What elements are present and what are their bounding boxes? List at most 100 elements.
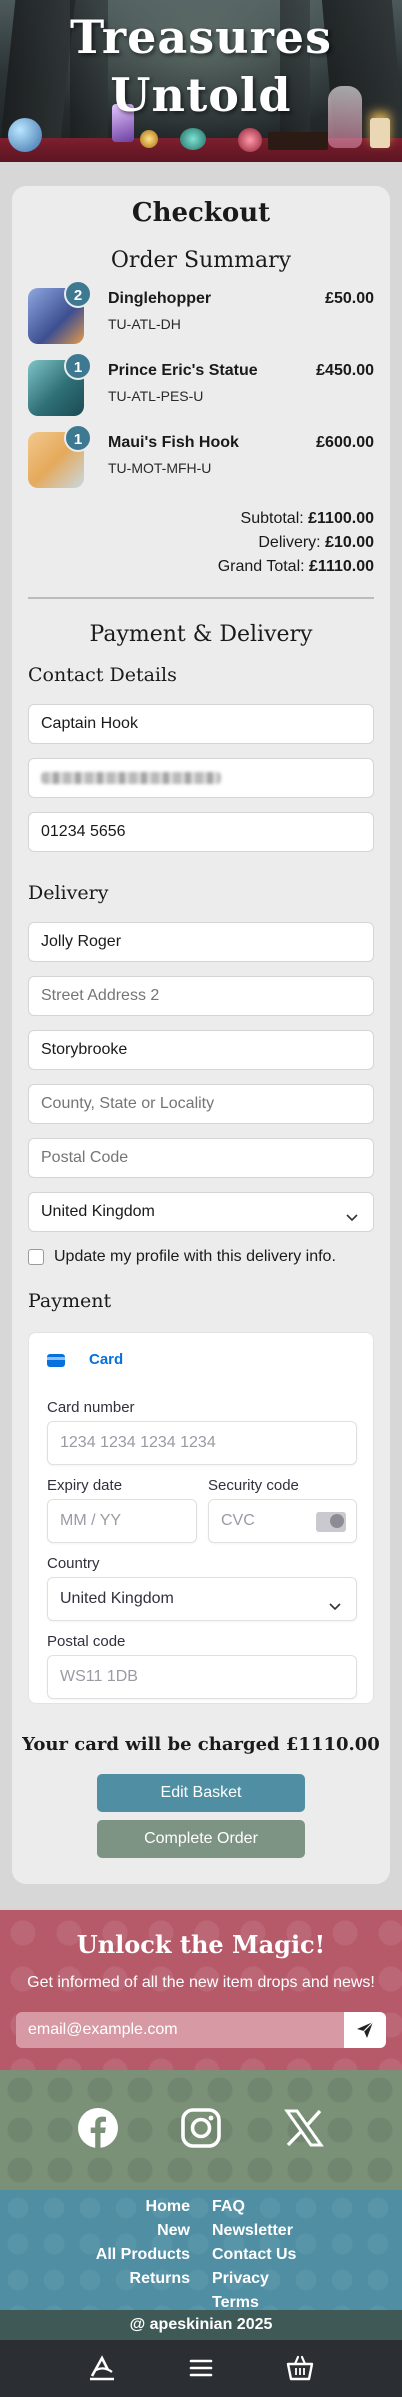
hero-gem-decoration xyxy=(180,128,206,150)
street-address-2-field[interactable]: Street Address 2 xyxy=(28,976,374,1016)
newsletter-submit-button[interactable] xyxy=(344,2012,386,2048)
facebook-icon[interactable] xyxy=(76,2106,120,2150)
email-field[interactable] xyxy=(28,758,374,798)
delivery-title: Delivery xyxy=(28,882,109,904)
footer-link-new[interactable]: New xyxy=(157,2222,190,2240)
delivery-cost-value: £10.00 xyxy=(325,534,374,551)
item-price: £450.00 xyxy=(316,362,374,379)
footer-link-home[interactable]: Home xyxy=(146,2198,190,2216)
footer-links-section: Home New All Products Returns FAQ Newsle… xyxy=(0,2190,402,2310)
newsletter-email-input[interactable]: email@example.com xyxy=(16,2012,344,2048)
save-profile-label: Update my profile with this delivery inf… xyxy=(54,1248,336,1265)
hero-book-decoration xyxy=(268,132,328,150)
summary-divider xyxy=(28,597,374,599)
social-section xyxy=(0,2070,402,2190)
item-name: Maui's Fish Hook xyxy=(108,434,239,451)
site-title-line-2: Untold xyxy=(110,68,292,122)
logo-icon[interactable] xyxy=(86,2352,118,2384)
footer-link-terms[interactable]: Terms xyxy=(212,2294,259,2310)
hero-gem-decoration xyxy=(238,128,262,152)
full-name-field[interactable]: Captain Hook xyxy=(28,704,374,744)
order-summary-title: Order Summary xyxy=(110,248,292,273)
footer-link-all-products[interactable]: All Products xyxy=(96,2246,190,2264)
country-select[interactable]: United Kingdom xyxy=(28,1192,374,1232)
postcode-field[interactable]: Postal Code xyxy=(28,1138,374,1178)
card-number-label: Card number xyxy=(47,1399,135,1416)
town-city-field[interactable]: Storybrooke xyxy=(28,1030,374,1070)
subtotal-label: Subtotal: xyxy=(240,510,304,527)
chevron-down-icon xyxy=(328,1588,342,1630)
country-select-value: United Kingdom xyxy=(41,1203,155,1220)
footer-link-contact-us[interactable]: Contact Us xyxy=(212,2246,296,2264)
item-price: £50.00 xyxy=(325,290,374,307)
delivery-cost-label: Delivery: xyxy=(258,534,321,551)
payment-delivery-title: Payment & Delivery xyxy=(89,622,313,647)
chevron-down-icon xyxy=(345,1201,359,1239)
cvc-card-icon xyxy=(316,1512,346,1532)
grand-total-line: Grand Total: £1110.00 xyxy=(74,558,374,576)
expiry-label: Expiry date xyxy=(47,1477,123,1494)
site-title-line-1: Treasures xyxy=(70,10,332,64)
credit-card-icon xyxy=(47,1353,65,1367)
x-icon[interactable] xyxy=(282,2106,326,2150)
quantity-badge: 1 xyxy=(64,424,92,452)
checkout-card: Checkout Order Summary 2 Dinglehopper TU… xyxy=(12,186,390,1884)
expiry-input[interactable]: MM / YY xyxy=(47,1499,197,1543)
save-profile-checkbox[interactable] xyxy=(28,1248,44,1265)
bottom-nav-bar xyxy=(0,2340,402,2397)
instagram-icon[interactable] xyxy=(179,2106,223,2150)
payment-country-value: United Kingdom xyxy=(60,1590,174,1607)
basket-icon[interactable] xyxy=(284,2352,316,2384)
footer-pattern xyxy=(0,2190,402,2310)
send-icon xyxy=(357,2021,374,2038)
hero-banner: Treasures Untold xyxy=(0,0,402,162)
item-sku: TU-ATL-PES-U xyxy=(108,388,204,404)
newsletter-title: Unlock the Magic! xyxy=(76,1930,326,1959)
security-code-label: Security code xyxy=(208,1477,299,1494)
footer-link-faq[interactable]: FAQ xyxy=(212,2198,245,2216)
order-item: 1 Prince Eric's Statue TU-ATL-PES-U £450… xyxy=(28,352,374,418)
redacted-email xyxy=(41,772,221,784)
checkout-title: Checkout xyxy=(131,198,271,228)
grand-total-label: Grand Total: xyxy=(217,558,305,575)
payment-country-select[interactable]: United Kingdom xyxy=(47,1577,357,1621)
payment-title: Payment xyxy=(28,1290,112,1312)
save-profile-row[interactable]: Update my profile with this delivery inf… xyxy=(28,1248,336,1270)
street-address-1-field[interactable]: Jolly Roger xyxy=(28,922,374,962)
subtotal-value: £1100.00 xyxy=(308,510,374,527)
copyright-text: @ apeskinian 2025 xyxy=(0,2310,402,2340)
delivery-cost-line: Delivery: £10.00 xyxy=(74,534,374,552)
security-code-input[interactable]: CVC xyxy=(208,1499,357,1543)
county-field[interactable]: County, State or Locality xyxy=(28,1084,374,1124)
item-name: Dinglehopper xyxy=(108,290,212,307)
site-title[interactable]: Treasures Untold xyxy=(0,8,402,124)
grand-total-value: £1110.00 xyxy=(309,558,374,575)
newsletter-subtitle: Get informed of all the new item drops a… xyxy=(27,1974,375,1991)
card-tab-label: Card xyxy=(89,1351,124,1368)
item-price: £600.00 xyxy=(316,434,374,451)
footer-link-newsletter[interactable]: Newsletter xyxy=(212,2222,293,2240)
charge-amount-text: Your card will be charged £1110.00 xyxy=(22,1734,380,1755)
order-item: 2 Dinglehopper TU-ATL-DH £50.00 xyxy=(28,280,374,346)
complete-order-button[interactable]: Complete Order xyxy=(97,1820,305,1858)
edit-basket-button[interactable]: Edit Basket xyxy=(97,1774,305,1812)
subtotal-line: Subtotal: £1100.00 xyxy=(74,510,374,528)
hero-gem-decoration xyxy=(140,130,158,148)
postal-code-input[interactable]: WS11 1DB xyxy=(47,1655,357,1699)
item-sku: TU-MOT-MFH-U xyxy=(108,460,212,476)
quantity-badge: 1 xyxy=(64,352,92,380)
newsletter-section: Unlock the Magic! Get informed of all th… xyxy=(0,1910,402,2070)
phone-field[interactable]: 01234 5656 xyxy=(28,812,374,852)
menu-icon[interactable] xyxy=(185,2352,217,2384)
card-payment-tab[interactable]: Card xyxy=(47,1351,123,1375)
item-sku: TU-ATL-DH xyxy=(108,316,181,332)
quantity-badge: 2 xyxy=(64,280,92,308)
postal-code-label: Postal code xyxy=(47,1633,126,1650)
cvc-placeholder: CVC xyxy=(221,1512,255,1529)
contact-details-title: Contact Details xyxy=(28,664,177,686)
card-number-input[interactable]: 1234 1234 1234 1234 xyxy=(47,1421,357,1465)
order-item: 1 Maui's Fish Hook TU-MOT-MFH-U £600.00 xyxy=(28,424,374,490)
payment-country-label: Country xyxy=(47,1555,100,1572)
footer-link-privacy[interactable]: Privacy xyxy=(212,2270,269,2288)
footer-link-returns[interactable]: Returns xyxy=(130,2270,190,2288)
